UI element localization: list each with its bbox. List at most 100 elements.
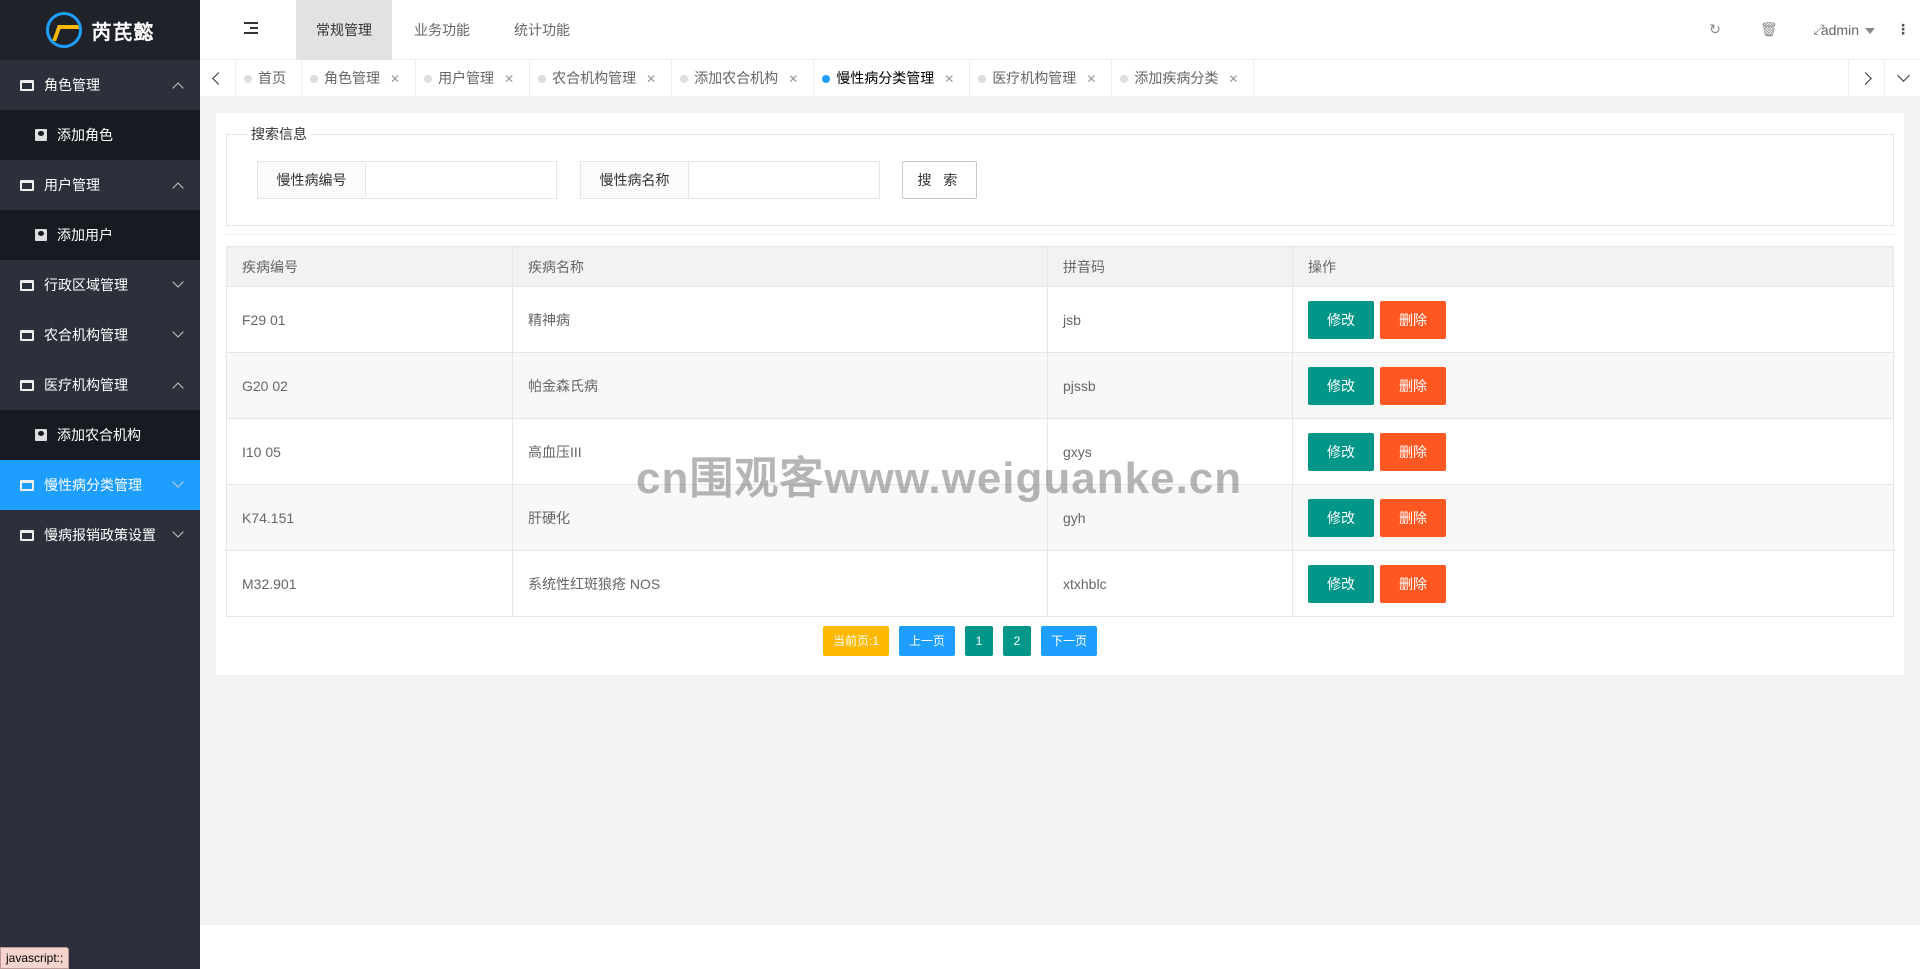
disease-table: 疾病编号 疾病名称 拼音码 操作 F29 01 精神病 jsb 修改 删除 G20 02 帕… (226, 246, 1894, 617)
page-2-button[interactable]: 2 (1003, 626, 1031, 656)
page-tab-label: 慢性病分类管理 (836, 70, 935, 86)
sidebar-item-5[interactable]: 慢性病分类管理 (0, 460, 200, 510)
tabs-scroll-right-icon[interactable] (1848, 60, 1884, 97)
more-vertical-icon[interactable]: ⋮ (1896, 22, 1910, 36)
sidebar-item-4[interactable]: 医疗机构管理 (0, 360, 200, 410)
close-icon[interactable]: ✕ (1228, 72, 1238, 86)
sidebar-item-label: 慢病报销政策设置 (44, 527, 156, 543)
current-page-indicator: 当前页:1 (822, 626, 889, 656)
window-icon (20, 279, 34, 291)
page-tab[interactable]: 添加疾病分类 ✕ (1112, 60, 1255, 97)
page-tabs-bar: 首页 角色管理 ✕ 用户管理 ✕ 农合机构管理 ✕ 添加农合机构 ✕ 慢性病分类管理 ✕ 医疗机构管理… (200, 60, 1920, 97)
sidebar-subitem-label: 添加农合机构 (57, 427, 141, 443)
tabs-scroll-left-icon[interactable] (200, 60, 236, 97)
logo[interactable]: 芮芪懿 (0, 0, 200, 60)
delete-button[interactable]: 删除 (1380, 366, 1446, 405)
sidebar-item-3[interactable]: 农合机构管理 (0, 310, 200, 360)
page-tab[interactable]: 角色管理 ✕ (302, 60, 417, 97)
delete-button[interactable]: 删除 (1380, 300, 1446, 339)
page-tab[interactable]: 添加农合机构 ✕ (672, 60, 815, 97)
cell-actions: 修改 删除 (1292, 286, 1894, 353)
close-icon[interactable]: ✕ (1086, 72, 1096, 86)
col-header-actions: 操作 (1292, 246, 1894, 287)
sidebar: 芮芪懿 角色管理 添加角色用户管理添加用户 行政区域管理 农合机构管理 医疗机构管理添加… (0, 0, 200, 969)
window-icon (20, 179, 34, 191)
sidebar-item-0[interactable]: 角色管理 (0, 60, 200, 110)
edit-button[interactable]: 修改 (1308, 366, 1374, 405)
cell-code: G20 02 (226, 352, 513, 419)
cell-pinyin: xtxhblc (1047, 550, 1293, 617)
search-button[interactable]: 搜 索 (902, 161, 977, 199)
cell-actions: 修改 删除 (1292, 484, 1894, 551)
name-input[interactable] (689, 162, 879, 198)
tab-dot-icon (244, 75, 252, 83)
search-legend: 搜索信息 (251, 126, 307, 142)
close-icon[interactable]: ✕ (788, 72, 798, 86)
chevron-down-icon (172, 276, 184, 288)
page-1-button[interactable]: 1 (965, 626, 993, 656)
code-input[interactable] (366, 162, 556, 198)
sidebar-subitem[interactable]: 添加农合机构 (0, 410, 200, 460)
next-page-button[interactable]: 下一页 (1041, 626, 1098, 656)
edit-button[interactable]: 修改 (1308, 498, 1374, 537)
app-title: 芮芪懿 (91, 21, 155, 44)
sidebar-subitem[interactable]: 添加角色 (0, 110, 200, 160)
page-tab[interactable]: 首页 (236, 60, 302, 97)
tab-dot-icon (424, 75, 433, 83)
page-tab-label: 首页 (258, 70, 286, 86)
top-tab-statistics[interactable]: 统计功能 (494, 0, 590, 60)
tabs-menu-down-icon[interactable] (1884, 60, 1920, 97)
caret-down-icon (1865, 28, 1875, 35)
page-tab-label: 添加农合机构 (694, 70, 779, 86)
cell-name: 帕金森氏病 (512, 352, 1048, 419)
refresh-icon[interactable]: ↻ (1708, 22, 1722, 36)
menu-fold-icon[interactable] (244, 22, 258, 34)
table-row: F29 01 精神病 jsb 修改 删除 (226, 286, 1894, 353)
table-row: M32.901 系统性红斑狼疮 NOS xtxhblc 修改 删除 (226, 550, 1894, 617)
top-tab-business[interactable]: 业务功能 (394, 0, 490, 60)
sidebar-item-label: 用户管理 (44, 177, 100, 193)
edit-button[interactable]: 修改 (1308, 300, 1374, 339)
sidebar-subitem[interactable]: 添加用户 (0, 210, 200, 260)
window-icon (20, 329, 34, 341)
sidebar-item-6[interactable]: 慢病报销政策设置 (0, 510, 200, 560)
sidebar-nav: 角色管理 添加角色用户管理添加用户 行政区域管理 农合机构管理 医疗机构管理添加农合机构… (0, 60, 200, 560)
name-field: 慢性病名称 (580, 161, 880, 199)
cell-pinyin: gxys (1047, 418, 1293, 485)
tab-dot-icon (310, 75, 318, 83)
contact-icon (35, 229, 47, 241)
page-tab[interactable]: 医疗机构管理 ✕ (970, 60, 1113, 97)
close-icon[interactable]: ✕ (504, 72, 514, 86)
edit-button[interactable]: 修改 (1308, 564, 1374, 603)
user-menu[interactable]: admin (1821, 0, 1875, 60)
page-tab[interactable]: 用户管理 ✕ (416, 60, 531, 97)
cell-pinyin: jsb (1047, 286, 1293, 353)
prev-page-button[interactable]: 上一页 (898, 626, 955, 656)
page-tabs: 首页 角色管理 ✕ 用户管理 ✕ 农合机构管理 ✕ 添加农合机构 ✕ 慢性病分类管理 ✕ 医疗机构管理… (236, 60, 1255, 97)
cell-name: 系统性红斑狼疮 NOS (512, 550, 1048, 617)
edit-button[interactable]: 修改 (1308, 432, 1374, 471)
tab-dot-icon (822, 75, 831, 83)
cell-code: M32.901 (226, 550, 513, 617)
page-tab-label: 添加疾病分类 (1134, 70, 1219, 86)
delete-button[interactable]: 删除 (1380, 432, 1446, 471)
pagination: 当前页:1 上一页 1 2 下一页 (0, 626, 1920, 656)
page-tab[interactable]: 农合机构管理 ✕ (530, 60, 673, 97)
trash-icon[interactable]: 🗑 (1760, 22, 1778, 36)
close-icon[interactable]: ✕ (944, 72, 954, 86)
cell-actions: 修改 删除 (1292, 550, 1894, 617)
top-tab-routine[interactable]: 常规管理 (296, 0, 392, 60)
page-tab-label: 用户管理 (438, 70, 495, 86)
delete-button[interactable]: 删除 (1380, 498, 1446, 537)
close-icon[interactable]: ✕ (646, 72, 656, 86)
page-tab[interactable]: 慢性病分类管理 ✕ (814, 60, 971, 97)
close-icon[interactable]: ✕ (390, 72, 400, 86)
username: admin (1820, 22, 1859, 38)
cell-code: I10 05 (226, 418, 513, 485)
sidebar-item-1[interactable]: 用户管理 (0, 160, 200, 210)
window-icon (20, 529, 34, 541)
tab-dot-icon (1120, 75, 1129, 83)
sidebar-item-2[interactable]: 行政区域管理 (0, 260, 200, 310)
delete-button[interactable]: 删除 (1380, 564, 1446, 603)
name-label: 慢性病名称 (581, 162, 689, 198)
